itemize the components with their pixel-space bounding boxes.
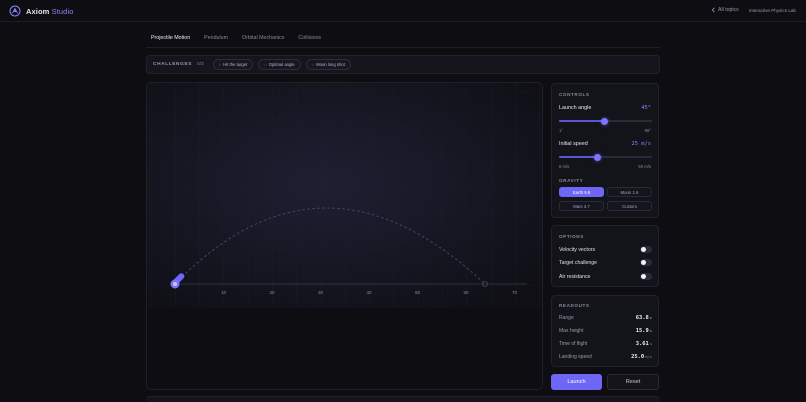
bottom-panel-edge (146, 396, 660, 402)
axiom-logo-icon (9, 5, 21, 17)
controls-panel: CONTROLS Launch angle 45° 1° 89° Initial… (551, 83, 659, 218)
launch-angle-label: Launch angle (559, 105, 592, 111)
initial-speed-slider-thumb[interactable] (593, 153, 601, 161)
tabs-divider (146, 47, 660, 48)
gravity-mars-button[interactable]: Mars 3.7 (559, 201, 604, 211)
x-tick-label: 10 (221, 290, 227, 295)
readout-value: 15.9 (635, 328, 649, 334)
challenge-moon-long-shot[interactable]: ○ Moon long shot (305, 59, 351, 70)
speed-min-label: 8 m/s (559, 164, 570, 169)
brand-name-accent: Studio (51, 6, 74, 16)
grid-lines (147, 83, 542, 308)
readout-unit: s (649, 341, 652, 346)
initial-speed-slider-fill (559, 156, 598, 158)
readout-unit: m/s (645, 354, 652, 359)
all-topics-link[interactable]: All topics (711, 7, 739, 13)
brand-name-main: Axiom (26, 6, 50, 16)
simulation-scene: 10 20 30 40 50 60 70 (147, 83, 542, 389)
toggle-knob (641, 274, 646, 279)
circle-icon: ○ (311, 62, 315, 67)
readout-value-group: 25.0m/s (631, 354, 652, 360)
readout-label: Max height (559, 328, 584, 334)
initial-speed-label: Initial speed (559, 141, 588, 147)
challenge-label: Hit the target (223, 62, 248, 67)
readout-value: 3.61 (635, 341, 649, 347)
x-tick-label: 30 (318, 290, 324, 295)
toggle-knob (641, 260, 646, 265)
readout-value-group: 63.8m (636, 315, 652, 321)
gravity-moon-button[interactable]: Moon 1.6 (607, 187, 652, 197)
readout-landing-speed: Landing speed 25.0m/s (559, 354, 652, 360)
challenge-hit-the-target[interactable]: ○ Hit the target (212, 59, 254, 70)
air-resistance-toggle[interactable] (640, 273, 652, 280)
initial-speed-slider[interactable] (559, 153, 652, 161)
circle-icon: ○ (218, 62, 222, 67)
x-tick-label: 20 (269, 290, 275, 295)
angle-max-label: 89° (644, 128, 651, 133)
circle-icon: ○ (264, 62, 267, 67)
launch-angle-value: 45° (641, 105, 651, 111)
readout-label: Range (559, 315, 574, 321)
options-panel: OPTIONS Velocity vectors Target challeng… (551, 225, 659, 287)
gravity-earth-button[interactable]: Earth 9.8 (559, 187, 604, 197)
launch-angle-slider-thumb[interactable] (600, 117, 608, 125)
velocity-vectors-toggle[interactable] (640, 246, 652, 253)
chevron-left-icon (711, 7, 715, 13)
projectile-core (173, 282, 177, 286)
readout-max-height: Max height 15.9m (559, 328, 652, 334)
launch-angle-slider-fill (559, 120, 605, 122)
target-challenge-toggle[interactable] (640, 259, 652, 266)
all-topics-label: All topics (717, 7, 739, 13)
readout-value-group: 15.9m (636, 328, 652, 334)
readout-time-of-flight: Time of flight 3.61s (559, 341, 652, 347)
readouts-title: READOUTS (559, 303, 590, 308)
challenges-title: CHALLENGES (153, 62, 193, 67)
gravity-title: GRAVITY (559, 178, 584, 183)
gravity-custom-button[interactable]: Custom (607, 201, 652, 211)
x-tick-label: 50 (415, 290, 421, 295)
toggle-knob (641, 247, 646, 252)
x-tick-label: 60 (463, 290, 469, 295)
readout-unit: m (649, 328, 652, 333)
readouts-panel: READOUTS Range 63.8m Max height 15.9m Ti… (551, 295, 659, 367)
speed-max-label: 50 m/s (638, 164, 651, 169)
option-label: Velocity vectors (559, 246, 596, 253)
controls-title: CONTROLS (559, 92, 590, 97)
option-label: Target challenge (559, 259, 598, 266)
option-velocity-vectors: Velocity vectors (559, 245, 652, 254)
readout-value-group: 3.61s (636, 341, 652, 347)
readout-value: 25.0 (631, 354, 645, 360)
challenges-count: 0/3 (197, 62, 204, 67)
challenge-label: Optimal angle (268, 62, 295, 67)
readout-label: Landing speed (559, 354, 592, 360)
brand[interactable]: Axiom Studio (9, 5, 73, 17)
challenge-optimal-angle[interactable]: ○ Optimal angle (258, 59, 301, 70)
brand-name: Axiom Studio (26, 7, 73, 16)
challenges-bar: CHALLENGES 0/3 ○ Hit the target ○ Optimal … (146, 55, 660, 74)
x-tick-label: 40 (366, 290, 372, 295)
readout-range: Range 63.8m (559, 315, 652, 321)
simulation-canvas[interactable]: 10 20 30 40 50 60 70 (146, 82, 543, 390)
option-target-challenge: Target challenge (559, 258, 652, 267)
challenge-label: Moon long shot (316, 62, 345, 67)
launch-angle-slider[interactable] (559, 117, 652, 125)
initial-speed-value: 25 m/s (631, 141, 651, 147)
readout-value: 63.8 (635, 315, 649, 321)
reset-button[interactable]: Reset (607, 374, 659, 390)
readout-label: Time of flight (559, 341, 588, 347)
top-bar: Axiom Studio All topics Interactive Phys… (0, 0, 806, 22)
angle-min-label: 1° (559, 128, 564, 133)
x-tick-label: 70 (512, 290, 518, 295)
option-air-resistance: Air resistance (559, 272, 652, 281)
options-title: OPTIONS (559, 234, 584, 239)
option-label: Air resistance (559, 273, 591, 280)
readout-unit: m (649, 315, 652, 320)
launch-button[interactable]: Launch (551, 374, 602, 390)
lab-name: Interactive Physics Lab (748, 7, 796, 13)
ground-area (147, 308, 542, 389)
